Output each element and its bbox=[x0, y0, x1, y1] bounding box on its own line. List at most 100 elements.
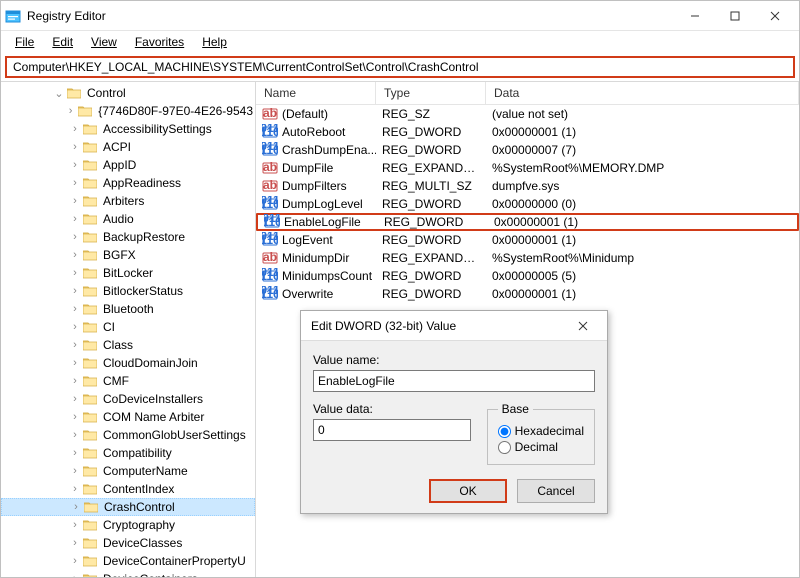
ok-button[interactable]: OK bbox=[429, 479, 507, 503]
value-type: REG_EXPAND_SZ bbox=[376, 250, 486, 266]
tree-node-label: ACPI bbox=[101, 139, 133, 155]
list-row[interactable]: abMinidumpDirREG_EXPAND_SZ%SystemRoot%\M… bbox=[256, 249, 799, 267]
tree-node[interactable]: ›CMF bbox=[1, 372, 255, 390]
column-header-type[interactable]: Type bbox=[376, 82, 486, 104]
tree-node[interactable]: ›CloudDomainJoin bbox=[1, 354, 255, 372]
list-row[interactable]: 011110OverwriteREG_DWORD0x00000001 (1) bbox=[256, 285, 799, 303]
list-row[interactable]: 011110CrashDumpEna...REG_DWORD0x00000007… bbox=[256, 141, 799, 159]
list-row[interactable]: abDumpFileREG_EXPAND_SZ%SystemRoot%\MEMO… bbox=[256, 159, 799, 177]
key-tree-pane[interactable]: ⌄Control›{7746D80F-97E0-4E26-9543›Access… bbox=[1, 82, 256, 577]
menu-favorites[interactable]: Favorites bbox=[127, 33, 192, 51]
chevron-right-icon[interactable]: › bbox=[69, 321, 81, 333]
maximize-button[interactable] bbox=[715, 2, 755, 30]
value-data-label: Value data: bbox=[313, 402, 471, 416]
list-row[interactable]: 011110DumpLogLevelREG_DWORD0x00000000 (0… bbox=[256, 195, 799, 213]
tree-node[interactable]: ›{7746D80F-97E0-4E26-9543 bbox=[1, 102, 255, 120]
tree-node[interactable]: ›DeviceContainers bbox=[1, 570, 255, 577]
column-header-data[interactable]: Data bbox=[486, 82, 799, 104]
value-type: REG_SZ bbox=[376, 106, 486, 122]
value-data: (value not set) bbox=[486, 106, 799, 122]
tree-node[interactable]: ›CI bbox=[1, 318, 255, 336]
tree-node[interactable]: ›AppID bbox=[1, 156, 255, 174]
list-row[interactable]: 011110EnableLogFileREG_DWORD0x00000001 (… bbox=[256, 213, 799, 231]
tree-node[interactable]: › DeviceClasses bbox=[1, 534, 255, 552]
tree-node[interactable]: ›AccessibilitySettings bbox=[1, 120, 255, 138]
chevron-right-icon[interactable]: › bbox=[69, 537, 81, 549]
tree-node[interactable]: ›Bluetooth bbox=[1, 300, 255, 318]
tree-node[interactable]: ›CrashControl bbox=[1, 498, 255, 516]
list-row[interactable]: 011110LogEventREG_DWORD0x00000001 (1) bbox=[256, 231, 799, 249]
list-row[interactable]: 011110MinidumpsCountREG_DWORD0x00000005 … bbox=[256, 267, 799, 285]
tree-node[interactable]: ›BGFX bbox=[1, 246, 255, 264]
tree-node[interactable]: ›AppReadiness bbox=[1, 174, 255, 192]
tree-node[interactable]: ›DeviceContainerPropertyU bbox=[1, 552, 255, 570]
tree-node-label: Compatibility bbox=[101, 445, 174, 461]
chevron-right-icon[interactable]: › bbox=[69, 141, 81, 153]
tree-node[interactable]: ›Audio bbox=[1, 210, 255, 228]
value-type: REG_MULTI_SZ bbox=[376, 178, 486, 194]
chevron-right-icon[interactable]: › bbox=[69, 375, 81, 387]
chevron-right-icon[interactable]: › bbox=[69, 393, 81, 405]
folder-icon bbox=[83, 339, 97, 351]
menu-help[interactable]: Help bbox=[194, 33, 235, 51]
tree-node[interactable]: ⌄Control bbox=[1, 84, 255, 102]
chevron-right-icon[interactable]: › bbox=[69, 159, 81, 171]
tree-node[interactable]: › Compatibility bbox=[1, 444, 255, 462]
tree-node[interactable]: › Class bbox=[1, 336, 255, 354]
list-row[interactable]: abDumpFiltersREG_MULTI_SZdumpfve.sys bbox=[256, 177, 799, 195]
chevron-right-icon[interactable]: › bbox=[69, 177, 81, 189]
chevron-right-icon[interactable]: › bbox=[69, 195, 81, 207]
tree-node[interactable]: ›Arbiters bbox=[1, 192, 255, 210]
cancel-button[interactable]: Cancel bbox=[517, 479, 595, 503]
chevron-right-icon[interactable]: › bbox=[69, 483, 81, 495]
value-data-field[interactable] bbox=[313, 419, 471, 441]
tree-node[interactable]: ›BitlockerStatus bbox=[1, 282, 255, 300]
chevron-right-icon[interactable]: › bbox=[69, 357, 81, 369]
chevron-right-icon[interactable]: › bbox=[69, 555, 81, 567]
chevron-right-icon[interactable]: › bbox=[69, 465, 81, 477]
menu-view[interactable]: View bbox=[83, 33, 125, 51]
value-type: REG_DWORD bbox=[376, 142, 486, 158]
tree-node[interactable]: ›Cryptography bbox=[1, 516, 255, 534]
tree-node[interactable]: › ACPI bbox=[1, 138, 255, 156]
radio-decimal[interactable] bbox=[498, 441, 511, 454]
list-row[interactable]: 011110AutoRebootREG_DWORD0x00000001 (1) bbox=[256, 123, 799, 141]
list-row[interactable]: ab(Default)REG_SZ(value not set) bbox=[256, 105, 799, 123]
minimize-button[interactable] bbox=[675, 2, 715, 30]
tree-node-label: Class bbox=[101, 337, 135, 353]
close-button[interactable] bbox=[755, 2, 795, 30]
tree-node[interactable]: ›ComputerName bbox=[1, 462, 255, 480]
chevron-right-icon[interactable]: › bbox=[69, 249, 81, 261]
chevron-right-icon[interactable]: › bbox=[69, 231, 81, 243]
column-header-name[interactable]: Name bbox=[256, 82, 376, 104]
menu-file[interactable]: File bbox=[7, 33, 42, 51]
chevron-right-icon[interactable]: › bbox=[69, 285, 81, 297]
dialog-titlebar: Edit DWORD (32-bit) Value bbox=[301, 311, 607, 341]
value-name-field[interactable] bbox=[313, 370, 595, 392]
tree-node[interactable]: ›CoDeviceInstallers bbox=[1, 390, 255, 408]
tree-node[interactable]: ›BackupRestore bbox=[1, 228, 255, 246]
chevron-right-icon[interactable]: › bbox=[69, 267, 81, 279]
svg-text:110: 110 bbox=[262, 287, 278, 301]
dialog-close-button[interactable] bbox=[569, 314, 597, 338]
tree-node[interactable]: ›CommonGlobUserSettings bbox=[1, 426, 255, 444]
tree-node[interactable]: ›BitLocker bbox=[1, 264, 255, 282]
chevron-right-icon[interactable]: › bbox=[69, 213, 81, 225]
chevron-right-icon[interactable]: › bbox=[69, 573, 81, 577]
tree-node[interactable]: ›ContentIndex bbox=[1, 480, 255, 498]
chevron-right-icon[interactable]: › bbox=[69, 123, 81, 135]
tree-node-label: DeviceClasses bbox=[101, 535, 184, 551]
chevron-right-icon[interactable]: › bbox=[69, 429, 81, 441]
radio-hexadecimal[interactable] bbox=[498, 425, 511, 438]
menu-edit[interactable]: Edit bbox=[44, 33, 81, 51]
address-input[interactable] bbox=[5, 56, 795, 78]
chevron-right-icon[interactable]: › bbox=[69, 339, 81, 351]
chevron-right-icon[interactable]: › bbox=[69, 411, 81, 423]
chevron-right-icon[interactable]: › bbox=[65, 105, 76, 117]
chevron-right-icon[interactable]: › bbox=[69, 447, 81, 459]
chevron-right-icon[interactable]: › bbox=[69, 303, 81, 315]
chevron-right-icon[interactable]: › bbox=[69, 519, 81, 531]
chevron-down-icon[interactable]: ⌄ bbox=[53, 87, 65, 99]
chevron-right-icon[interactable]: › bbox=[70, 501, 82, 513]
tree-node[interactable]: ›COM Name Arbiter bbox=[1, 408, 255, 426]
